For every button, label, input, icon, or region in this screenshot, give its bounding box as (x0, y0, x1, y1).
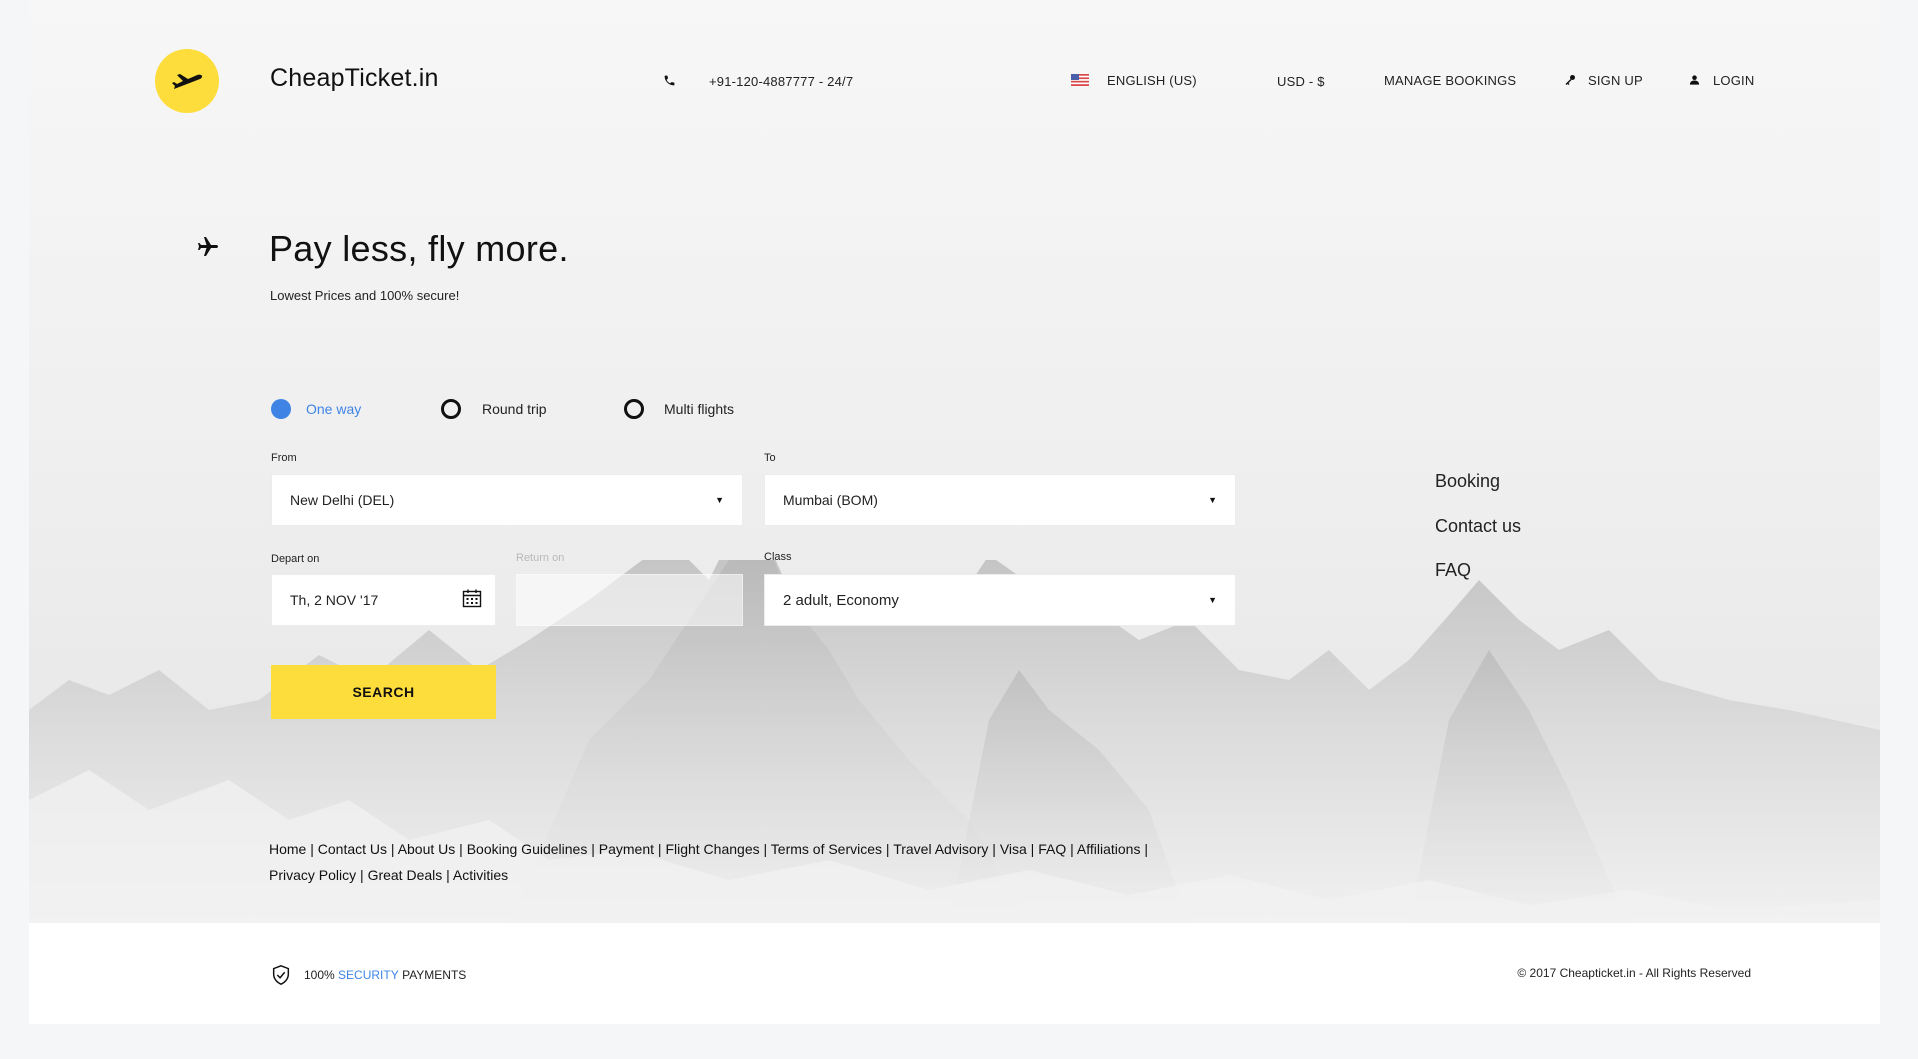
footer-links: Home | Contact Us | About Us | Booking G… (269, 841, 1148, 883)
phone-icon (663, 74, 676, 87)
airplane-takeoff-icon (172, 74, 203, 89)
to-label: To (764, 452, 776, 464)
class-select[interactable]: 2 adult, Economy ▼ (764, 574, 1236, 626)
calendar-icon[interactable] (462, 589, 482, 612)
hero-title: Pay less, fly more. (269, 228, 569, 269)
depart-label: Depart on (271, 553, 320, 565)
footer-link-visa[interactable]: Visa (1000, 841, 1027, 857)
footer-link-terms[interactable]: Terms of Services (771, 841, 882, 857)
radio-round-trip[interactable] (441, 399, 461, 419)
footer-link-about-us[interactable]: About Us (398, 841, 456, 857)
radio-label-round-trip[interactable]: Round trip (482, 401, 547, 417)
us-flag-icon (1071, 74, 1089, 86)
caret-down-icon: ▼ (1208, 595, 1217, 605)
radio-multi-flights[interactable] (624, 399, 644, 419)
footer-link-booking-guidelines[interactable]: Booking Guidelines (467, 841, 588, 857)
security-badge: 100% SECURITY PAYMENTS (270, 964, 466, 986)
footer-link-flight-changes[interactable]: Flight Changes (665, 841, 759, 857)
shield-check-icon (272, 965, 290, 985)
footer-link-privacy-policy[interactable]: Privacy Policy (269, 867, 356, 883)
footer-link-affiliations[interactable]: Affiliations (1077, 841, 1141, 857)
depart-date-input[interactable]: Th, 2 NOV '17 (271, 574, 496, 626)
brand-name[interactable]: CheapTicket.in (270, 64, 439, 93)
secure-prefix: 100% (304, 968, 335, 982)
radio-label-multi-flights[interactable]: Multi flights (664, 401, 734, 417)
login-link[interactable]: LOGIN (1713, 73, 1754, 88)
side-link-faq[interactable]: FAQ (1435, 560, 1471, 581)
user-icon (1689, 74, 1700, 86)
copyright-text: © 2017 Cheapticket.in - All Rights Reser… (1517, 966, 1751, 980)
return-date-input[interactable] (516, 574, 743, 626)
airplane-icon (196, 235, 220, 264)
caret-down-icon: ▼ (1208, 495, 1217, 505)
to-select[interactable]: Mumbai (BOM) ▼ (764, 474, 1236, 526)
page-frame: CheapTicket.in +91-120-4887777 - 24/7 EN… (29, 0, 1880, 1024)
class-label: Class (764, 551, 792, 563)
footer-link-activities[interactable]: Activities (453, 867, 508, 883)
side-link-booking[interactable]: Booking (1435, 471, 1500, 492)
support-phone[interactable]: +91-120-4887777 - 24/7 (709, 74, 853, 89)
side-link-contact[interactable]: Contact us (1435, 516, 1521, 537)
brand-logo[interactable] (155, 49, 219, 113)
secure-suffix: PAYMENTS (402, 968, 467, 982)
search-button[interactable]: SEARCH (271, 665, 496, 719)
footer-link-contact-us[interactable]: Contact Us (318, 841, 387, 857)
depart-value: Th, 2 NOV '17 (290, 592, 379, 608)
footer-link-travel-advisory[interactable]: Travel Advisory (893, 841, 988, 857)
from-select[interactable]: New Delhi (DEL) ▼ (271, 474, 743, 526)
currency-selector[interactable]: USD - $ (1277, 74, 1325, 89)
hero-subtitle: Lowest Prices and 100% secure! (270, 288, 460, 303)
return-label: Return on (516, 552, 565, 564)
to-value: Mumbai (BOM) (783, 492, 878, 508)
radio-one-way[interactable] (271, 399, 291, 419)
secure-highlight: SECURITY (338, 968, 399, 982)
class-value: 2 adult, Economy (783, 591, 899, 609)
radio-label-one-way[interactable]: One way (306, 401, 361, 417)
caret-down-icon: ▼ (715, 495, 724, 505)
key-icon (1564, 74, 1576, 86)
footer-link-great-deals[interactable]: Great Deals (368, 867, 443, 883)
footer-link-payment[interactable]: Payment (599, 841, 654, 857)
from-label: From (271, 452, 297, 464)
from-value: New Delhi (DEL) (290, 492, 395, 508)
language-selector[interactable]: ENGLISH (US) (1107, 73, 1197, 88)
footer-link-faq[interactable]: FAQ (1038, 841, 1066, 857)
sign-up-link[interactable]: SIGN UP (1588, 73, 1643, 88)
footer-link-home[interactable]: Home (269, 841, 306, 857)
manage-bookings-link[interactable]: MANAGE BOOKINGS (1384, 73, 1516, 88)
